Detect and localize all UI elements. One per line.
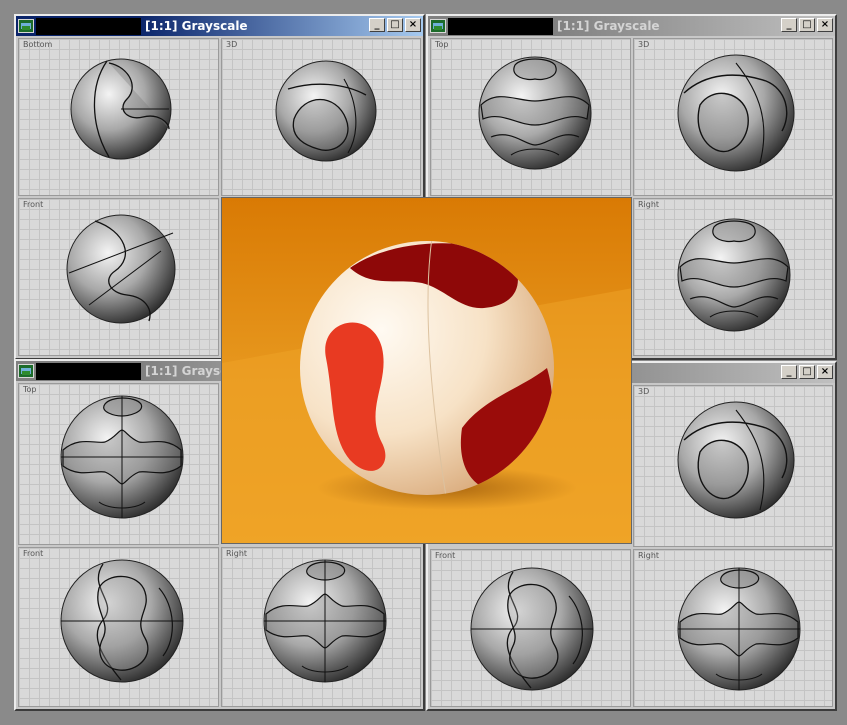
viewport-right[interactable]: Right	[633, 549, 833, 707]
viewport-front[interactable]: Front	[430, 549, 631, 707]
viewport-bottom[interactable]: Bottom	[18, 38, 219, 196]
maximize-button[interactable]: □	[799, 365, 815, 379]
app-icon	[18, 19, 34, 33]
viewport-3d[interactable]: 3D	[633, 38, 833, 196]
viewport-front[interactable]: Front	[18, 547, 219, 707]
redacted-block	[448, 17, 553, 35]
viewport-right[interactable]: Right	[221, 547, 421, 707]
ball-wireframe	[634, 199, 833, 356]
minimize-button[interactable]: _	[781, 18, 797, 32]
viewport-top[interactable]: Top	[18, 383, 219, 545]
window-title: [1:1] Grayscale	[557, 19, 660, 33]
redacted-block	[36, 17, 141, 35]
viewport-3d[interactable]: 3D	[633, 385, 833, 547]
maximize-button[interactable]: □	[387, 18, 403, 32]
maximize-button[interactable]: □	[799, 18, 815, 32]
redacted-block	[36, 362, 141, 380]
title-bar[interactable]: [1:1] Grayscale _ □ ×	[428, 16, 835, 36]
close-button[interactable]: ×	[817, 365, 833, 379]
ball-wireframe	[634, 39, 833, 196]
viewport-top[interactable]: Top	[430, 38, 631, 196]
close-button[interactable]: ×	[405, 18, 421, 32]
ball-wireframe	[634, 386, 833, 547]
desktop: [1:1] Grayscale _ □ × Bottom 3D Front [1…	[0, 0, 847, 725]
viewport-right[interactable]: Right	[633, 198, 833, 356]
window-title: [1:1] Grayscale	[145, 19, 248, 33]
close-button[interactable]: ×	[817, 18, 833, 32]
ball-wireframe	[222, 39, 421, 196]
ball-wireframe	[431, 39, 631, 196]
app-icon	[430, 19, 446, 33]
ball-wireframe	[19, 548, 219, 707]
rendered-ball-image	[221, 197, 632, 544]
ball-wireframe	[19, 384, 219, 545]
ball-wireframe	[222, 548, 421, 707]
ball-wireframe	[634, 550, 833, 707]
viewport-front[interactable]: Front	[18, 198, 219, 356]
viewport-3d[interactable]: 3D	[221, 38, 421, 196]
minimize-button[interactable]: _	[781, 365, 797, 379]
ball-render	[222, 198, 631, 543]
app-icon	[18, 364, 34, 378]
minimize-button[interactable]: _	[369, 18, 385, 32]
ball-wireframe	[431, 550, 631, 707]
ball-wireframe	[19, 199, 219, 356]
title-bar[interactable]: [1:1] Grayscale _ □ ×	[16, 16, 423, 36]
ball-wireframe	[19, 39, 219, 196]
